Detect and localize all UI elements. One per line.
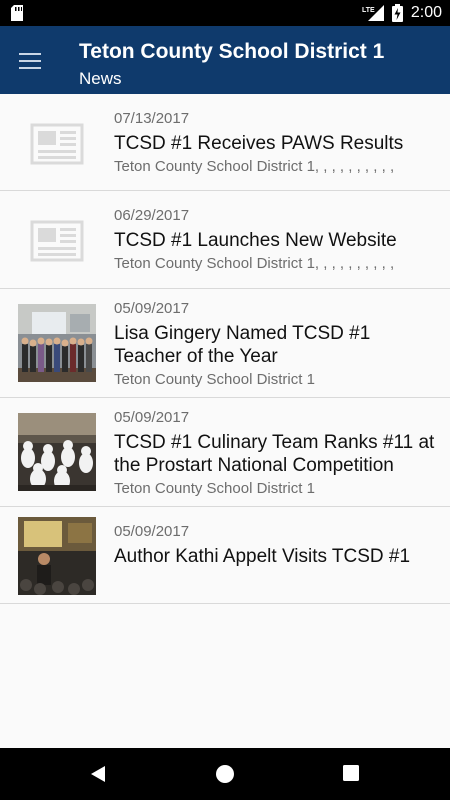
news-headline[interactable]: Author Kathi Appelt Visits TCSD #1 (114, 545, 440, 568)
news-item[interactable]: 05/09/2017 Author Kathi Appelt Visits TC… (0, 507, 450, 604)
author-visit-photo-thumbnail (18, 517, 96, 595)
network-type-label: LTE (362, 7, 375, 14)
news-headline[interactable]: TCSD #1 Launches New Website (114, 229, 440, 252)
battery-charging-icon (391, 4, 403, 22)
home-circle-icon[interactable] (215, 764, 235, 784)
news-date: 07/13/2017 (114, 110, 190, 127)
news-headline[interactable]: Lisa Gingery Named TCSD #1 Teacher of th… (114, 322, 440, 368)
news-source: Teton County School District 1, , , , , … (114, 158, 395, 175)
app-bar: Teton County School District 1 News (0, 26, 450, 94)
lte-signal-icon: LTE (362, 5, 384, 21)
sd-card-icon (11, 5, 23, 21)
newspaper-placeholder-icon (30, 123, 84, 165)
culinary-photo-thumbnail (18, 413, 96, 491)
news-source: Teton County School District 1 (114, 371, 315, 388)
news-text: 06/29/2017 TCSD #1 Launches New Website … (114, 207, 440, 273)
news-text: 05/09/2017 Author Kathi Appelt Visits TC… (114, 523, 440, 568)
news-headline[interactable]: TCSD #1 Culinary Team Ranks #11 at the P… (114, 431, 440, 477)
news-headline[interactable]: TCSD #1 Receives PAWS Results (114, 132, 440, 155)
system-navigation-bar (0, 748, 450, 800)
page-subtitle: News (79, 69, 122, 88)
hamburger-menu-icon[interactable] (16, 48, 44, 72)
back-triangle-icon[interactable] (89, 764, 107, 784)
news-item[interactable]: 05/09/2017 Lisa Gingery Named TCSD #1 Te… (0, 289, 450, 398)
clock-time: 2:00 (410, 4, 442, 21)
group-photo-thumbnail (18, 304, 96, 382)
status-bar: LTE 2:00 (0, 0, 450, 26)
news-date: 05/09/2017 (114, 523, 190, 540)
news-text: 07/13/2017 TCSD #1 Receives PAWS Results… (114, 110, 440, 176)
news-item[interactable]: 06/29/2017 TCSD #1 Launches New Website … (0, 191, 450, 289)
news-date: 05/09/2017 (114, 409, 190, 426)
newspaper-placeholder-icon (30, 220, 84, 262)
news-item[interactable]: 07/13/2017 TCSD #1 Receives PAWS Results… (0, 94, 450, 191)
news-text: 05/09/2017 Lisa Gingery Named TCSD #1 Te… (114, 300, 440, 389)
news-item[interactable]: 05/09/2017 TCSD #1 Culinary Team Ranks #… (0, 398, 450, 507)
news-date: 05/09/2017 (114, 300, 190, 317)
news-list[interactable]: 07/13/2017 TCSD #1 Receives PAWS Results… (0, 94, 450, 748)
news-date: 06/29/2017 (114, 207, 190, 224)
recents-square-icon[interactable] (342, 764, 360, 782)
news-source: Teton County School District 1 (114, 480, 315, 497)
news-source: Teton County School District 1, , , , , … (114, 255, 395, 272)
app-title: Teton County School District 1 (79, 40, 385, 63)
news-text: 05/09/2017 TCSD #1 Culinary Team Ranks #… (114, 409, 440, 498)
